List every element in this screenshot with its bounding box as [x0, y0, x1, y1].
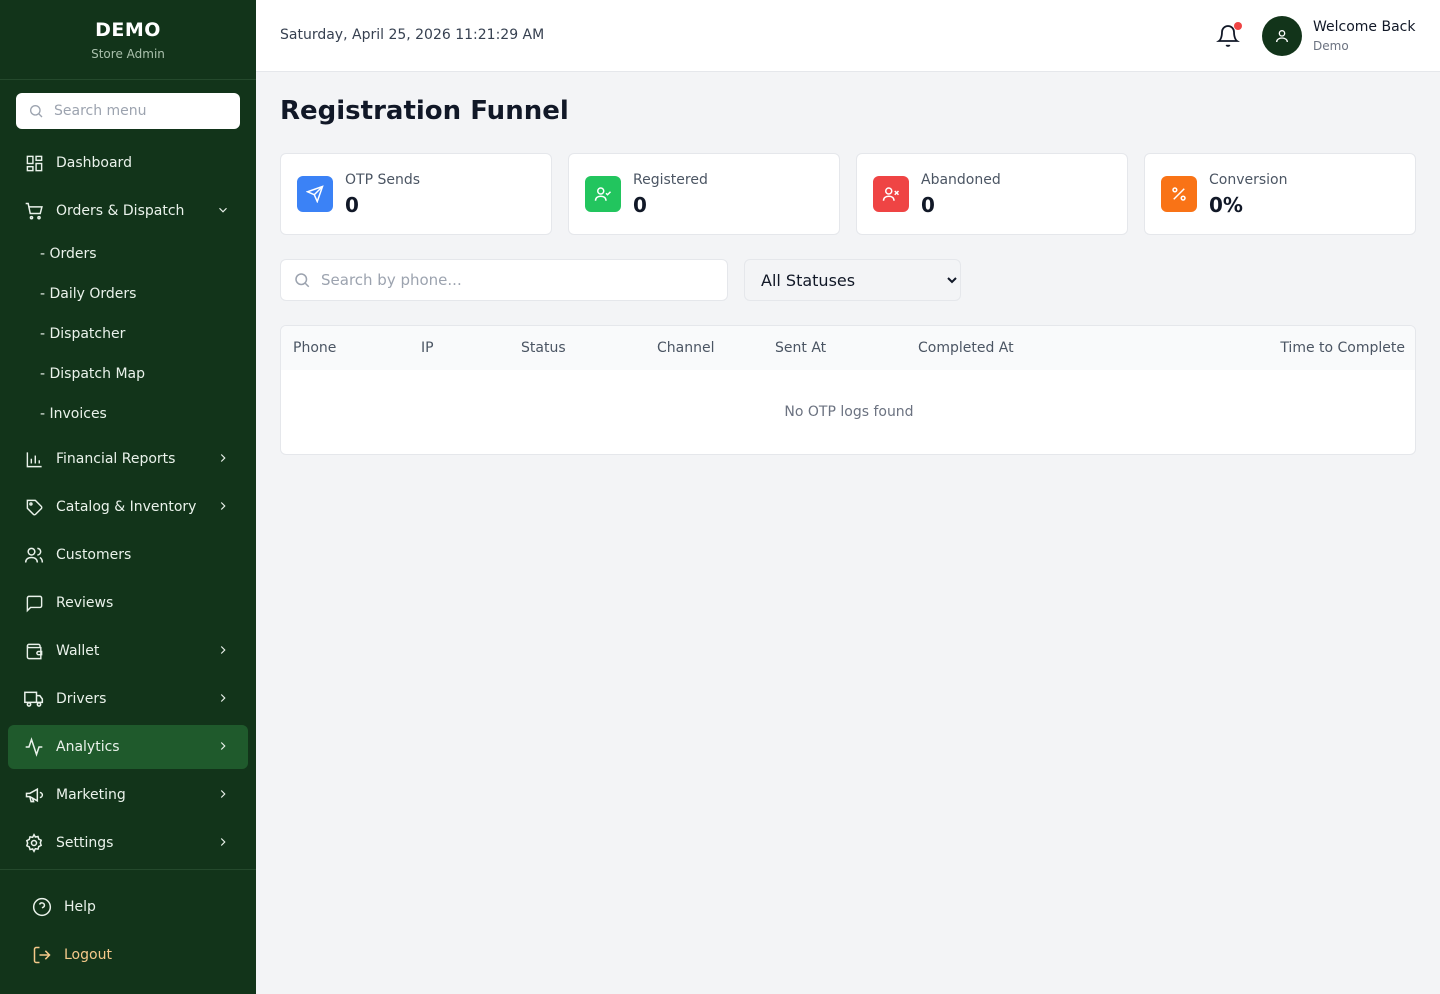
sidebar-item-customers[interactable]: Customers: [8, 533, 248, 577]
menu-search-box: [16, 93, 240, 129]
help-link[interactable]: Help: [32, 897, 96, 917]
sidebar-item-label: Dashboard: [56, 155, 132, 171]
current-datetime: Saturday, April 25, 2026 11:21:29 AM: [280, 27, 545, 43]
search-icon: [295, 273, 310, 288]
avatar[interactable]: [1262, 16, 1302, 56]
stat-value: 0: [345, 193, 359, 217]
column-header-sent-at[interactable]: Sent At: [775, 340, 826, 356]
otp-logs-table: Phone IP Status Channel Sent At Complete…: [280, 325, 1416, 455]
chevron-right-icon: [220, 454, 226, 462]
truck-icon: [24, 689, 44, 709]
sidebar-item-label: Wallet: [56, 643, 100, 659]
user-icon: [1276, 30, 1288, 43]
sidebar-subitem-dispatcher[interactable]: - Dispatcher: [40, 326, 125, 342]
sidebar-subitem-orders[interactable]: - Orders: [40, 246, 97, 262]
phone-search-input[interactable]: [321, 271, 701, 289]
notification-dot: [1234, 22, 1242, 30]
cart-icon: [24, 201, 44, 221]
empty-state-text: No OTP logs found: [784, 404, 914, 420]
megaphone-icon: [24, 785, 44, 805]
brand: DEMO Store Admin: [0, 0, 256, 80]
top-header: Saturday, April 25, 2026 11:21:29 AM Wel…: [256, 0, 1440, 72]
sidebar-subitem-daily-orders[interactable]: - Daily Orders: [40, 286, 136, 302]
status-filter-select[interactable]: All Statuses: [744, 259, 961, 301]
brand-title: DEMO: [95, 19, 161, 41]
sidebar: DEMO Store Admin Dashboard Orders & Disp…: [0, 0, 256, 994]
table-header: Phone IP Status Channel Sent At Complete…: [281, 326, 1415, 370]
bar-chart-icon: [24, 449, 44, 469]
sidebar-item-label: Analytics: [56, 739, 120, 755]
search-icon: [30, 105, 43, 118]
chevron-right-icon: [220, 742, 226, 750]
menu-search-input[interactable]: [54, 103, 224, 119]
logout-label: Logout: [64, 947, 112, 963]
column-header-time-to-complete[interactable]: Time to Complete: [1280, 340, 1405, 356]
sidebar-item-wallet[interactable]: Wallet: [8, 629, 248, 673]
sidebar-item-label: Catalog & Inventory: [56, 499, 197, 515]
phone-search-box: [280, 259, 728, 301]
help-label: Help: [64, 899, 96, 915]
stat-label: Conversion: [1209, 172, 1288, 188]
wallet-icon: [24, 641, 44, 661]
logout-icon: [32, 945, 52, 965]
chevron-right-icon: [220, 694, 226, 702]
chevron-right-icon: [220, 790, 226, 798]
sidebar-item-catalog-inventory[interactable]: Catalog & Inventory: [8, 485, 248, 529]
chevron-right-icon: [220, 838, 226, 846]
sidebar-item-label: Marketing: [56, 787, 126, 803]
welcome-text: Welcome Back: [1313, 19, 1416, 35]
stat-label: Abandoned: [921, 172, 1001, 188]
column-header-status[interactable]: Status: [521, 340, 566, 356]
users-icon: [24, 545, 44, 565]
gear-icon: [24, 833, 44, 853]
message-square-icon: [24, 593, 44, 613]
percent-icon: [1161, 176, 1197, 212]
sidebar-item-settings[interactable]: Settings: [8, 821, 248, 865]
sidebar-item-dashboard[interactable]: Dashboard: [8, 141, 248, 185]
user-name: Demo: [1313, 39, 1349, 53]
page-title: Registration Funnel: [280, 96, 569, 126]
stat-card-abandoned: Abandoned 0: [856, 153, 1128, 235]
logout-button[interactable]: Logout: [32, 945, 112, 965]
sidebar-item-label: Settings: [56, 835, 114, 851]
sidebar-item-financial-reports[interactable]: Financial Reports: [8, 437, 248, 481]
column-header-ip[interactable]: IP: [421, 340, 434, 356]
activity-icon: [24, 737, 44, 757]
stat-value: 0: [633, 193, 647, 217]
stat-card-otp-sends: OTP Sends 0: [280, 153, 552, 235]
sidebar-item-drivers[interactable]: Drivers: [8, 677, 248, 721]
stat-card-registered: Registered 0: [568, 153, 840, 235]
brand-subtitle: Store Admin: [91, 47, 165, 61]
sidebar-item-analytics[interactable]: Analytics: [8, 725, 248, 769]
help-circle-icon: [32, 897, 52, 917]
stat-card-conversion: Conversion 0%: [1144, 153, 1416, 235]
sidebar-divider: [0, 869, 256, 870]
sidebar-item-marketing[interactable]: Marketing: [8, 773, 248, 817]
column-header-completed-at[interactable]: Completed At: [918, 340, 1014, 356]
stat-value: 0%: [1209, 193, 1243, 217]
column-header-channel[interactable]: Channel: [657, 340, 714, 356]
chevron-right-icon: [220, 502, 226, 510]
sidebar-item-label: Financial Reports: [56, 451, 176, 467]
sidebar-item-orders-dispatch[interactable]: Orders & Dispatch: [8, 189, 248, 233]
sidebar-item-reviews[interactable]: Reviews: [8, 581, 248, 625]
user-x-icon: [873, 176, 909, 212]
sidebar-subitem-invoices[interactable]: - Invoices: [40, 406, 107, 422]
stat-label: OTP Sends: [345, 172, 421, 188]
sidebar-item-label: Customers: [56, 547, 132, 563]
sidebar-item-label: Orders & Dispatch: [56, 203, 185, 219]
stat-label: Registered: [633, 172, 708, 188]
chevron-down-icon: [219, 207, 227, 213]
user-check-icon: [585, 176, 621, 212]
tag-icon: [24, 497, 44, 517]
send-icon: [297, 176, 333, 212]
sidebar-item-label: Reviews: [56, 595, 114, 611]
sidebar-subitem-dispatch-map[interactable]: - Dispatch Map: [40, 366, 145, 382]
stat-value: 0: [921, 193, 935, 217]
chevron-right-icon: [220, 646, 226, 654]
sidebar-item-label: Drivers: [56, 691, 107, 707]
grid-icon: [24, 153, 44, 173]
column-header-phone[interactable]: Phone: [293, 340, 336, 356]
